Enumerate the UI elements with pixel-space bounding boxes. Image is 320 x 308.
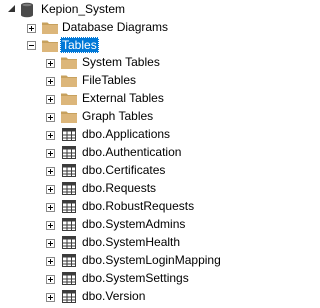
- tree-node-table[interactable]: dbo.SystemLoginMapping: [0, 252, 230, 270]
- expand-plus-icon[interactable]: [46, 203, 55, 212]
- table-icon: [62, 128, 76, 141]
- tree-node-database-diagrams[interactable]: Database Diagrams: [0, 19, 230, 37]
- table-icon: [62, 182, 76, 195]
- tree-label-table: dbo.RobustRequests: [82, 199, 195, 213]
- tree-label-diagrams: Database Diagrams: [62, 20, 169, 34]
- expand-plus-icon[interactable]: [46, 275, 55, 284]
- expand-plus-icon[interactable]: [46, 221, 55, 230]
- tree-label-table: dbo.SystemHealth: [82, 235, 181, 249]
- tree-node-filetables[interactable]: FileTables: [0, 72, 230, 90]
- tree-node-table[interactable]: dbo.SystemSettings: [0, 270, 230, 288]
- expand-plus-icon[interactable]: [46, 167, 55, 176]
- tree-label-graph-tables: Graph Tables: [82, 109, 154, 123]
- tree-node-table[interactable]: dbo.SystemAdmins: [0, 216, 230, 234]
- tree-node-table[interactable]: dbo.Authentication: [0, 144, 230, 162]
- tree-label-table: dbo.Requests: [82, 181, 157, 195]
- collapse-minus-icon[interactable]: [27, 41, 36, 50]
- tree-label-table: dbo.SystemSettings: [82, 271, 189, 285]
- table-icon: [62, 272, 76, 285]
- tree-label-system-tables: System Tables: [82, 55, 160, 69]
- table-icon: [62, 146, 76, 159]
- table-icon: [62, 254, 76, 267]
- tree-label-table: dbo.Applications: [82, 127, 171, 141]
- tree-node-graph-tables[interactable]: Graph Tables: [0, 108, 230, 126]
- table-icon: [62, 218, 76, 231]
- expand-plus-icon[interactable]: [46, 113, 55, 122]
- tree-label-external-tables: External Tables: [82, 91, 164, 105]
- tree-label-table: dbo.SystemLoginMapping: [82, 253, 221, 267]
- expand-plus-icon[interactable]: [46, 95, 55, 104]
- expand-plus-icon[interactable]: [46, 149, 55, 158]
- folder-icon: [42, 22, 58, 34]
- folder-icon: [61, 75, 77, 87]
- folder-icon: [61, 57, 77, 69]
- expand-plus-icon[interactable]: [27, 24, 36, 33]
- tree-node-table[interactable]: dbo.Requests: [0, 180, 230, 198]
- expand-plus-icon[interactable]: [46, 185, 55, 194]
- tree-node-database[interactable]: Kepion_System: [0, 1, 230, 19]
- table-icon: [62, 236, 76, 249]
- expand-plus-icon[interactable]: [46, 257, 55, 266]
- tree-node-system-tables[interactable]: System Tables: [0, 54, 230, 72]
- tree-node-table[interactable]: dbo.RobustRequests: [0, 198, 230, 216]
- table-icon: [62, 290, 76, 303]
- tree-node-tables-folder[interactable]: Tables: [0, 37, 230, 55]
- tree-node-table[interactable]: dbo.Version: [0, 288, 230, 306]
- tree-label-table: dbo.Authentication: [82, 145, 182, 159]
- folder-icon: [61, 111, 77, 123]
- tree-node-external-tables[interactable]: External Tables: [0, 90, 230, 108]
- folder-open-icon: [42, 40, 58, 52]
- tree-label-filetables: FileTables: [82, 73, 137, 87]
- tree-label-tables: Tables: [60, 37, 99, 53]
- tree-node-table[interactable]: dbo.Applications: [0, 126, 230, 144]
- expand-plus-icon[interactable]: [46, 293, 55, 302]
- tree-label-table: dbo.SystemAdmins: [82, 217, 186, 231]
- folder-icon: [61, 93, 77, 105]
- table-icon: [62, 164, 76, 177]
- tree-label-table: dbo.Version: [82, 289, 146, 303]
- collapse-arrow-icon[interactable]: [7, 4, 16, 13]
- expand-plus-icon[interactable]: [46, 59, 55, 68]
- tree-node-table[interactable]: dbo.Certificates: [0, 162, 230, 180]
- tree-node-table[interactable]: dbo.SystemHealth: [0, 234, 230, 252]
- expand-plus-icon[interactable]: [46, 239, 55, 248]
- database-icon: [21, 2, 33, 18]
- table-icon: [62, 200, 76, 213]
- database-label: Kepion_System: [41, 2, 126, 16]
- expand-plus-icon[interactable]: [46, 77, 55, 86]
- expand-plus-icon[interactable]: [46, 131, 55, 140]
- tree-label-table: dbo.Certificates: [82, 163, 166, 177]
